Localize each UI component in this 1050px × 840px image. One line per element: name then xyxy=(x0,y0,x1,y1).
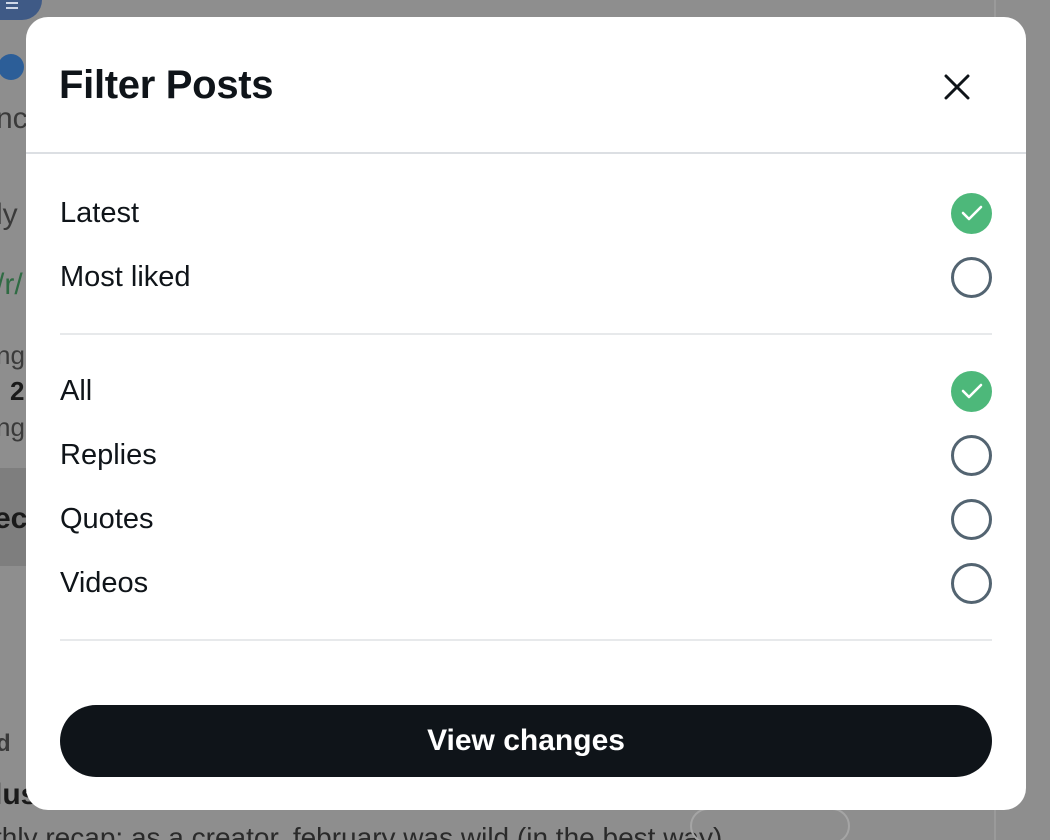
option-label: Most liked xyxy=(60,260,191,293)
bg-text-fragment: 2 xyxy=(10,376,25,406)
radio-circle-icon[interactable] xyxy=(951,434,992,476)
radio-circle-icon[interactable] xyxy=(951,256,992,298)
section-divider xyxy=(60,333,992,335)
bg-outline-button xyxy=(690,808,850,840)
bg-text-fragment: ly xyxy=(0,198,18,231)
section-divider xyxy=(60,639,992,641)
close-icon xyxy=(944,74,970,100)
bg-text-fragment: /r/ xyxy=(0,268,23,301)
option-label: Videos xyxy=(60,566,149,599)
option-label: Latest xyxy=(60,196,139,229)
option-replies[interactable]: Replies xyxy=(60,431,992,479)
bg-text-fragment: nc xyxy=(0,102,28,135)
radio-check-icon[interactable] xyxy=(951,192,992,234)
bg-text-fragment: ng xyxy=(0,340,25,370)
option-most-liked[interactable]: Most liked xyxy=(60,253,992,301)
dialog-header: Filter Posts xyxy=(26,17,1026,154)
option-label: Replies xyxy=(60,438,157,471)
bg-text-fragment: d xyxy=(0,730,11,757)
filter-posts-dialog: Filter Posts Latest Most liked All Repli… xyxy=(26,17,1026,810)
verified-badge-icon xyxy=(0,54,24,80)
option-videos[interactable]: Videos xyxy=(60,559,992,607)
close-button[interactable] xyxy=(934,64,980,110)
dialog-title: Filter Posts xyxy=(59,63,274,107)
option-latest[interactable]: Latest xyxy=(60,189,992,237)
radio-check-icon[interactable] xyxy=(951,370,992,412)
option-quotes[interactable]: Quotes xyxy=(60,495,992,543)
radio-circle-icon[interactable] xyxy=(951,498,992,540)
view-changes-button[interactable]: View changes xyxy=(60,705,992,777)
option-label: Quotes xyxy=(60,502,154,535)
option-label: All xyxy=(60,374,93,407)
option-all[interactable]: All xyxy=(60,367,992,415)
radio-circle-icon[interactable] xyxy=(951,562,992,604)
bg-text-fragment: thly recap: as a creator, february was w… xyxy=(0,822,723,840)
bg-text-fragment: ec xyxy=(0,502,28,535)
